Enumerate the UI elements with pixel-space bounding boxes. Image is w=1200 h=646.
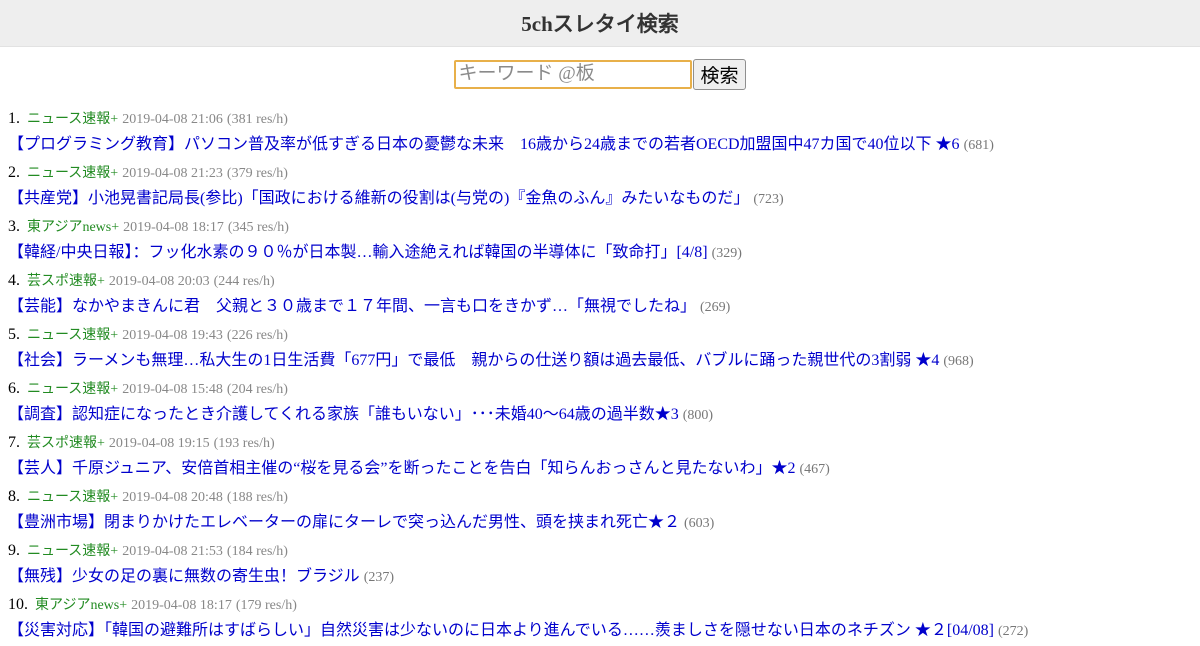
list-item: 6. ニュース速報+ 2019-04-08 15:48 (204 res/h) … [0, 376, 1200, 430]
thread-meta: 10. 東アジアnews+ 2019-04-08 18:17 (179 res/… [8, 594, 297, 616]
thread-title-line: 【社会】ラーメンも無理…私大生の1日生活費「677円」で最低 親からの仕送り額は… [8, 350, 974, 372]
thread-title-line: 【豊洲市場】閉まりかけたエレベーターの扉にターレで突っ込んだ男性、頭を挟まれ死亡… [8, 512, 714, 534]
thread-meta: 2. ニュース速報+ 2019-04-08 21:23 (379 res/h) [8, 162, 288, 184]
thread-title-line: 【韓経/中央日報】：フッ化水素の９０％が日本製…輸入途絶えれば韓国の半導体に「致… [8, 242, 742, 264]
list-item: 5. ニュース速報+ 2019-04-08 19:43 (226 res/h) … [0, 322, 1200, 376]
board-link[interactable]: 東アジアnews+ [27, 220, 119, 235]
res-rate: (345 res/h) [227, 220, 289, 235]
res-rate: (226 res/h) [226, 328, 288, 343]
board-link[interactable]: ニュース速報+ [27, 544, 118, 559]
search-form: 検索 [0, 58, 1200, 90]
search-button[interactable]: 検索 [693, 58, 746, 90]
res-rate: (179 res/h) [235, 598, 297, 613]
list-item: 4. 芸スポ速報+ 2019-04-08 20:03 (244 res/h) 【… [0, 268, 1200, 322]
res-count: (968) [943, 354, 974, 369]
thread-title-line: 【芸人】千原ジュニア、安倍首相主催の“桜を見る会”を断ったことを告白「知らんおっ… [8, 458, 830, 480]
thread-title-link[interactable]: 【芸能】なかやまきんに君 父親と３０歳まで１７年間、一言も口をきかず…「無視でし… [8, 298, 696, 315]
thread-title-link[interactable]: 【韓経/中央日報】：フッ化水素の９０％が日本製…輸入途絶えれば韓国の半導体に「致… [8, 244, 708, 261]
list-item: 3. 東アジアnews+ 2019-04-08 18:17 (345 res/h… [0, 214, 1200, 268]
res-count: (723) [753, 192, 784, 207]
thread-title-line: 【プログラミング教育】パソコン普及率が低すぎる日本の憂鬱な未来 16歳から24歳… [8, 134, 994, 156]
res-rate: (184 res/h) [226, 544, 288, 559]
res-count: (237) [363, 570, 395, 585]
thread-title-link[interactable]: 【豊洲市場】閉まりかけたエレベーターの扉にターレで突っ込んだ男性、頭を挟まれ死亡… [8, 514, 680, 531]
res-count: (329) [711, 246, 742, 261]
thread-meta: 9. ニュース速報+ 2019-04-08 21:53 (184 res/h) [8, 540, 288, 562]
thread-title-line: 【無残】少女の足の裏に無数の寄生虫！ブラジル (237) [8, 566, 394, 588]
board-link[interactable]: ニュース速報+ [27, 166, 118, 181]
thread-title-line: 【芸能】なかやまきんに君 父親と３０歳まで１７年間、一言も口をきかず…「無視でし… [8, 296, 730, 318]
thread-ranking-list: 1. ニュース速報+ 2019-04-08 21:06 (381 res/h) … [0, 106, 1200, 646]
thread-meta: 4. 芸スポ速報+ 2019-04-08 20:03 (244 res/h) [8, 270, 275, 292]
rank-number: 9. [8, 542, 20, 559]
thread-date: 2019-04-08 18:17 [131, 598, 232, 613]
thread-meta: 7. 芸スポ速報+ 2019-04-08 19:15 (193 res/h) [8, 432, 275, 454]
res-rate: (188 res/h) [226, 490, 288, 505]
thread-date: 2019-04-08 21:06 [122, 112, 223, 127]
res-rate: (379 res/h) [226, 166, 288, 181]
search-input[interactable] [454, 59, 693, 89]
res-count: (681) [963, 138, 994, 153]
list-item: 8. ニュース速報+ 2019-04-08 20:48 (188 res/h) … [0, 484, 1200, 538]
res-rate: (244 res/h) [213, 274, 275, 289]
thread-date: 2019-04-08 21:53 [122, 544, 223, 559]
res-count: (603) [684, 516, 715, 531]
thread-title-link[interactable]: 【プログラミング教育】パソコン普及率が低すぎる日本の憂鬱な未来 16歳から24歳… [8, 136, 960, 153]
thread-title-link[interactable]: 【無残】少女の足の裏に無数の寄生虫！ブラジル [8, 568, 360, 585]
board-link[interactable]: ニュース速報+ [27, 382, 118, 397]
board-link[interactable]: ニュース速報+ [27, 490, 118, 505]
thread-title-link[interactable]: 【調査】認知症になったとき介護してくれる家族「誰もいない」･･･未婚40～64歳… [8, 406, 679, 423]
thread-meta: 8. ニュース速報+ 2019-04-08 20:48 (188 res/h) [8, 486, 288, 508]
thread-date: 2019-04-08 15:48 [122, 382, 223, 397]
res-rate: (193 res/h) [213, 436, 275, 451]
thread-meta: 1. ニュース速報+ 2019-04-08 21:06 (381 res/h) [8, 108, 288, 130]
thread-title-link[interactable]: 【芸人】千原ジュニア、安倍首相主催の“桜を見る会”を断ったことを告白「知らんおっ… [8, 460, 796, 477]
board-link[interactable]: ニュース速報+ [27, 328, 118, 343]
thread-title-line: 【調査】認知症になったとき介護してくれる家族「誰もいない」･･･未婚40～64歳… [8, 404, 713, 426]
thread-meta: 3. 東アジアnews+ 2019-04-08 18:17 (345 res/h… [8, 216, 289, 238]
list-item: 1. ニュース速報+ 2019-04-08 21:06 (381 res/h) … [0, 106, 1200, 160]
thread-date: 2019-04-08 19:15 [108, 436, 210, 451]
res-count: (800) [682, 408, 714, 423]
list-item: 10. 東アジアnews+ 2019-04-08 18:17 (179 res/… [0, 592, 1200, 646]
rank-number: 1. [8, 110, 20, 127]
thread-date: 2019-04-08 20:03 [108, 274, 210, 289]
thread-date: 2019-04-08 20:48 [122, 490, 223, 505]
res-rate: (381 res/h) [226, 112, 288, 127]
list-item: 7. 芸スポ速報+ 2019-04-08 19:15 (193 res/h) 【… [0, 430, 1200, 484]
thread-title-link[interactable]: 【社会】ラーメンも無理…私大生の1日生活費「677円」で最低 親からの仕送り額は… [8, 352, 939, 369]
site-header: 5chスレタイ検索 [0, 0, 1200, 47]
thread-meta: 5. ニュース速報+ 2019-04-08 19:43 (226 res/h) [8, 324, 288, 346]
thread-title-link[interactable]: 【共産党】小池晃書記局長(参比)「国政における維新の役割は(与党の)『金魚のふん… [8, 190, 749, 207]
list-item: 9. ニュース速報+ 2019-04-08 21:53 (184 res/h) … [0, 538, 1200, 592]
thread-date: 2019-04-08 21:23 [122, 166, 223, 181]
board-link[interactable]: 芸スポ速報+ [27, 436, 105, 451]
site-title[interactable]: 5chスレタイ検索 [521, 8, 679, 38]
board-link[interactable]: 芸スポ速報+ [27, 274, 105, 289]
rank-number: 3. [8, 218, 20, 235]
res-count: (272) [997, 624, 1029, 639]
board-link[interactable]: 東アジアnews+ [35, 598, 127, 613]
rank-number: 6. [8, 380, 20, 397]
thread-title-line: 【災害対応】「韓国の避難所はすばらしい」自然災害は少ないのに日本より進んでいる…… [8, 620, 1028, 642]
thread-date: 2019-04-08 19:43 [122, 328, 223, 343]
rank-number: 4. [8, 272, 20, 289]
rank-number: 7. [8, 434, 20, 451]
board-link[interactable]: ニュース速報+ [27, 112, 118, 127]
list-item: 2. ニュース速報+ 2019-04-08 21:23 (379 res/h) … [0, 160, 1200, 214]
rank-number: 5. [8, 326, 20, 343]
thread-title-line: 【共産党】小池晃書記局長(参比)「国政における維新の役割は(与党の)『金魚のふん… [8, 188, 784, 210]
thread-title-link[interactable]: 【災害対応】「韓国の避難所はすばらしい」自然災害は少ないのに日本より進んでいる…… [8, 622, 994, 639]
thread-date: 2019-04-08 18:17 [123, 220, 224, 235]
rank-number: 2. [8, 164, 20, 181]
res-count: (269) [700, 300, 731, 315]
rank-number: 8. [8, 488, 20, 505]
res-rate: (204 res/h) [226, 382, 288, 397]
rank-number: 10. [8, 596, 28, 613]
thread-meta: 6. ニュース速報+ 2019-04-08 15:48 (204 res/h) [8, 378, 288, 400]
res-count: (467) [799, 462, 830, 477]
